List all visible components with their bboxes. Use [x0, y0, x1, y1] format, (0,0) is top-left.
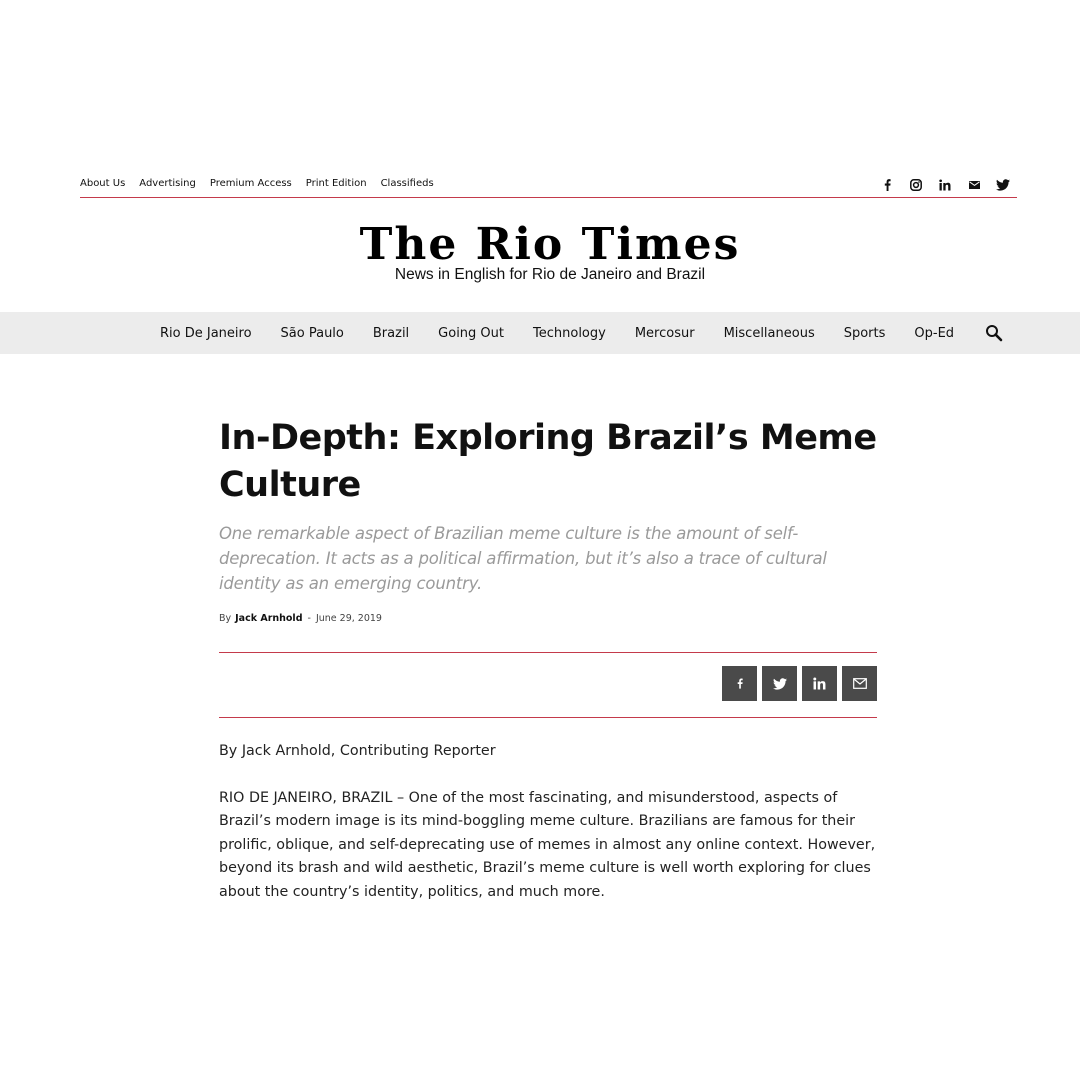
article-headline: In-Depth: Exploring Brazil’s Meme Cultur…	[219, 418, 877, 505]
nav-item-brazil[interactable]: Brazil	[373, 326, 409, 341]
site-tagline: News in English for Rio de Janeiro and B…	[394, 266, 706, 283]
article-date: June 29, 2019	[315, 613, 382, 624]
nav-item-mercosur[interactable]: Mercosur	[635, 326, 695, 341]
nav-item-miscellaneous[interactable]: Miscellaneous	[724, 326, 815, 341]
nav-item-op-ed[interactable]: Op-Ed	[914, 326, 954, 341]
facebook-icon[interactable]	[879, 177, 895, 193]
nav-item-sports[interactable]: Sports	[844, 326, 886, 341]
linkedin-icon[interactable]	[937, 177, 953, 193]
share-mail-button[interactable]	[842, 666, 877, 701]
top-link-print-edition[interactable]: Print Edition	[306, 178, 367, 189]
mail-icon	[852, 678, 867, 689]
search-icon[interactable]	[985, 324, 1005, 344]
author-link[interactable]: Jack Arnhold	[235, 613, 302, 624]
article-header: In-Depth: Exploring Brazil’s Meme Cultur…	[219, 415, 879, 624]
byline-by: By	[219, 613, 232, 624]
instagram-icon[interactable]	[908, 177, 924, 193]
site-logo[interactable]: The Rio Times	[0, 220, 1080, 270]
top-links: About Us Advertising Premium Access Prin…	[80, 178, 448, 189]
nav-item-sao-paulo[interactable]: São Paulo	[281, 326, 344, 341]
top-bar: About Us Advertising Premium Access Prin…	[80, 172, 1017, 198]
top-link-advertising[interactable]: Advertising	[139, 178, 196, 189]
byline-separator: -	[307, 613, 311, 624]
share-facebook-button[interactable]	[722, 666, 757, 701]
masthead[interactable]: The Rio Times News in English for Rio de…	[0, 220, 1080, 284]
facebook-icon	[737, 678, 743, 689]
article-subtitle: One remarkable aspect of Brazilian meme …	[219, 524, 827, 593]
share-bar	[219, 652, 877, 718]
nav-item-going-out[interactable]: Going Out	[438, 326, 504, 341]
top-link-classifieds[interactable]: Classifieds	[381, 178, 434, 189]
twitter-icon[interactable]	[995, 177, 1011, 193]
article-paragraph: RIO DE JANEIRO, BRAZIL – One of the most…	[219, 789, 876, 900]
top-link-about-us[interactable]: About Us	[80, 178, 125, 189]
top-social-icons	[866, 177, 1011, 193]
nav-item-technology[interactable]: Technology	[533, 326, 606, 341]
linkedin-icon	[813, 677, 826, 690]
twitter-icon	[772, 677, 787, 690]
article-paragraph: By Jack Arnhold, Contributing Reporter	[219, 743, 496, 759]
nav-item-rio-de-janeiro[interactable]: Rio De Janeiro	[160, 326, 252, 341]
mail-icon[interactable]	[966, 177, 982, 193]
main-nav: Rio De Janeiro São Paulo Brazil Going Ou…	[0, 312, 1080, 354]
share-linkedin-button[interactable]	[802, 666, 837, 701]
article-byline: By Jack Arnhold - June 29, 2019	[219, 613, 879, 624]
top-link-premium-access[interactable]: Premium Access	[210, 178, 292, 189]
share-twitter-button[interactable]	[762, 666, 797, 701]
article-body: By Jack Arnhold, Contributing Reporter R…	[219, 740, 879, 927]
